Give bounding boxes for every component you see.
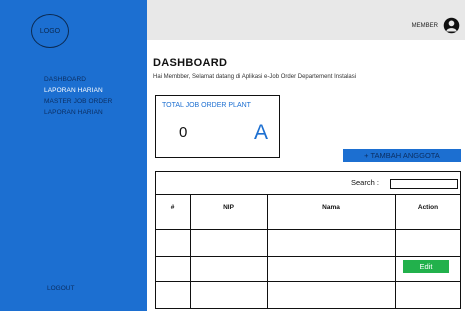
card-letter: A bbox=[254, 121, 269, 144]
page-title: DASHBOARD bbox=[153, 57, 228, 69]
table-divider bbox=[267, 194, 268, 309]
sidebar-item-master-job-order[interactable]: MASTER JOB ORDER bbox=[44, 96, 112, 107]
user-icon[interactable] bbox=[443, 17, 460, 34]
table-divider bbox=[155, 256, 461, 257]
logo[interactable]: LOGO bbox=[31, 14, 69, 48]
table-divider bbox=[155, 194, 461, 195]
column-header-number: # bbox=[170, 204, 175, 211]
sidebar: LOGO DASHBOARD LAPORAN HARIAN MASTER JOB… bbox=[0, 0, 147, 311]
member-table-panel: Search : # NIP Nama Action Edit bbox=[155, 171, 461, 309]
table-divider bbox=[155, 229, 461, 230]
column-header-nip: NIP bbox=[223, 204, 234, 211]
add-member-button[interactable]: + TAMBAH ANGGOTA bbox=[343, 149, 461, 162]
sidebar-item-laporan-harian[interactable]: LAPORAN HARIAN bbox=[44, 85, 112, 96]
sidebar-nav: DASHBOARD LAPORAN HARIAN MASTER JOB ORDE… bbox=[44, 74, 112, 118]
table-divider bbox=[155, 281, 461, 282]
table-divider bbox=[395, 194, 396, 309]
card-label: TOTAL JOB ORDER PLANT bbox=[162, 102, 251, 109]
search-label: Search : bbox=[351, 178, 379, 187]
member-label[interactable]: MEMBER bbox=[412, 23, 438, 29]
column-header-action: Action bbox=[417, 204, 439, 211]
sidebar-item-laporan-harian-2[interactable]: LAPORAN HARIAN bbox=[44, 107, 112, 118]
total-job-order-card: TOTAL JOB ORDER PLANT 0 A bbox=[155, 95, 280, 158]
search-input[interactable] bbox=[390, 179, 458, 189]
card-value: 0 bbox=[179, 124, 188, 141]
logout-link[interactable]: LOGOUT bbox=[47, 285, 74, 292]
welcome-message: Hai Membber, Selamat datang di Aplikasi … bbox=[153, 74, 357, 80]
logo-text: LOGO bbox=[39, 27, 61, 35]
edit-button[interactable]: Edit bbox=[403, 260, 449, 273]
table-divider bbox=[190, 194, 191, 309]
sidebar-item-dashboard[interactable]: DASHBOARD bbox=[44, 74, 112, 85]
column-header-nama: Nama bbox=[322, 204, 340, 211]
top-bar: MEMBER bbox=[147, 0, 465, 40]
member-table: # NIP Nama Action Edit bbox=[155, 194, 461, 309]
